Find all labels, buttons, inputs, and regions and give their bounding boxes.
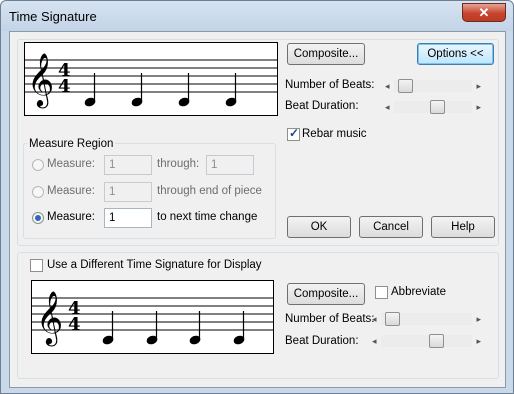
beat-duration-slider-top[interactable]: ◂ ▸ [385, 100, 481, 114]
number-of-beats-label-bottom: Number of Beats: [285, 313, 375, 325]
arrow-right-icon[interactable]: ▸ [476, 79, 481, 93]
rebar-music-label[interactable]: Rebar music [302, 128, 367, 140]
options-button[interactable]: Options << [417, 43, 494, 65]
treble-clef-icon: 𝄞 [27, 52, 54, 108]
help-button[interactable]: Help [431, 216, 495, 238]
measure-label-end: Measure: [47, 185, 95, 197]
quarter-notes [84, 73, 237, 107]
treble-clef-icon: 𝄞 [36, 290, 63, 346]
checkmark-icon: ✓ [289, 126, 300, 140]
composite-button-bottom[interactable]: Composite... [287, 283, 365, 305]
measure-radio-through[interactable] [32, 159, 44, 171]
title-bar[interactable]: Time Signature ✕ [1, 1, 513, 31]
ok-button[interactable]: OK [287, 216, 351, 238]
staff-preview-top: 𝄞 4 4 [24, 42, 278, 116]
arrow-left-icon[interactable]: ◂ [385, 100, 390, 114]
through-label: through: [157, 158, 200, 170]
arrow-right-icon[interactable]: ▸ [476, 312, 481, 326]
number-of-beats-slider-top[interactable]: ◂ ▸ [385, 79, 481, 93]
slider-thumb[interactable] [429, 334, 444, 348]
measure-from-field-2[interactable]: 1 [104, 182, 152, 202]
slider-thumb[interactable] [398, 79, 413, 93]
measure-region-legend: Measure Region [27, 138, 116, 150]
window-title: Time Signature [9, 9, 97, 24]
use-different-checkbox[interactable] [30, 259, 43, 272]
number-of-beats-label-top: Number of Beats: [285, 79, 375, 91]
arrow-right-icon[interactable]: ▸ [476, 100, 481, 114]
time-sig-denominator: 4 [58, 76, 71, 97]
measure-through-field[interactable]: 1 [206, 155, 254, 175]
quarter-notes [102, 311, 245, 345]
to-next-time-change-label: to next time change [157, 211, 258, 223]
time-sig-denominator: 4 [68, 314, 81, 335]
staff-preview-bottom: 𝄞 4 4 [31, 280, 274, 354]
dialog-window: Time Signature ✕ 𝄞 4 4 Composite... Opti… [0, 0, 514, 394]
close-button[interactable]: ✕ [462, 3, 506, 22]
composite-button-top[interactable]: Composite... [287, 43, 365, 65]
measure-label-next: Measure: [47, 211, 95, 223]
slider-thumb[interactable] [385, 312, 400, 326]
use-different-label[interactable]: Use a Different Time Signature for Displ… [47, 259, 262, 271]
cancel-button[interactable]: Cancel [359, 216, 423, 238]
arrow-right-icon[interactable]: ▸ [476, 334, 481, 348]
dialog-client: 𝄞 4 4 Composite... Options << Number of … [9, 31, 506, 388]
beat-duration-slider-bottom[interactable]: ◂ ▸ [372, 334, 481, 348]
measure-from-field-1[interactable]: 1 [104, 155, 152, 175]
close-icon: ✕ [478, 5, 490, 20]
abbreviate-label[interactable]: Abbreviate [391, 286, 446, 298]
arrow-left-icon[interactable]: ◂ [385, 79, 390, 93]
slider-thumb[interactable] [430, 100, 445, 114]
measure-radio-next-change[interactable] [32, 212, 44, 224]
measure-radio-end-of-piece[interactable] [32, 186, 44, 198]
measure-from-field-3[interactable]: 1 [104, 208, 152, 228]
arrow-left-icon[interactable]: ◂ [372, 312, 377, 326]
arrow-left-icon[interactable]: ◂ [372, 334, 377, 348]
number-of-beats-slider-bottom[interactable]: ◂ ▸ [372, 312, 481, 326]
abbreviate-checkbox[interactable] [375, 286, 388, 299]
through-end-of-piece-label: through end of piece [157, 185, 262, 197]
beat-duration-label-top: Beat Duration: [285, 100, 359, 112]
measure-label-through: Measure: [47, 158, 95, 170]
rebar-music-checkbox[interactable]: ✓ [287, 126, 300, 141]
beat-duration-label-bottom: Beat Duration: [285, 335, 359, 347]
